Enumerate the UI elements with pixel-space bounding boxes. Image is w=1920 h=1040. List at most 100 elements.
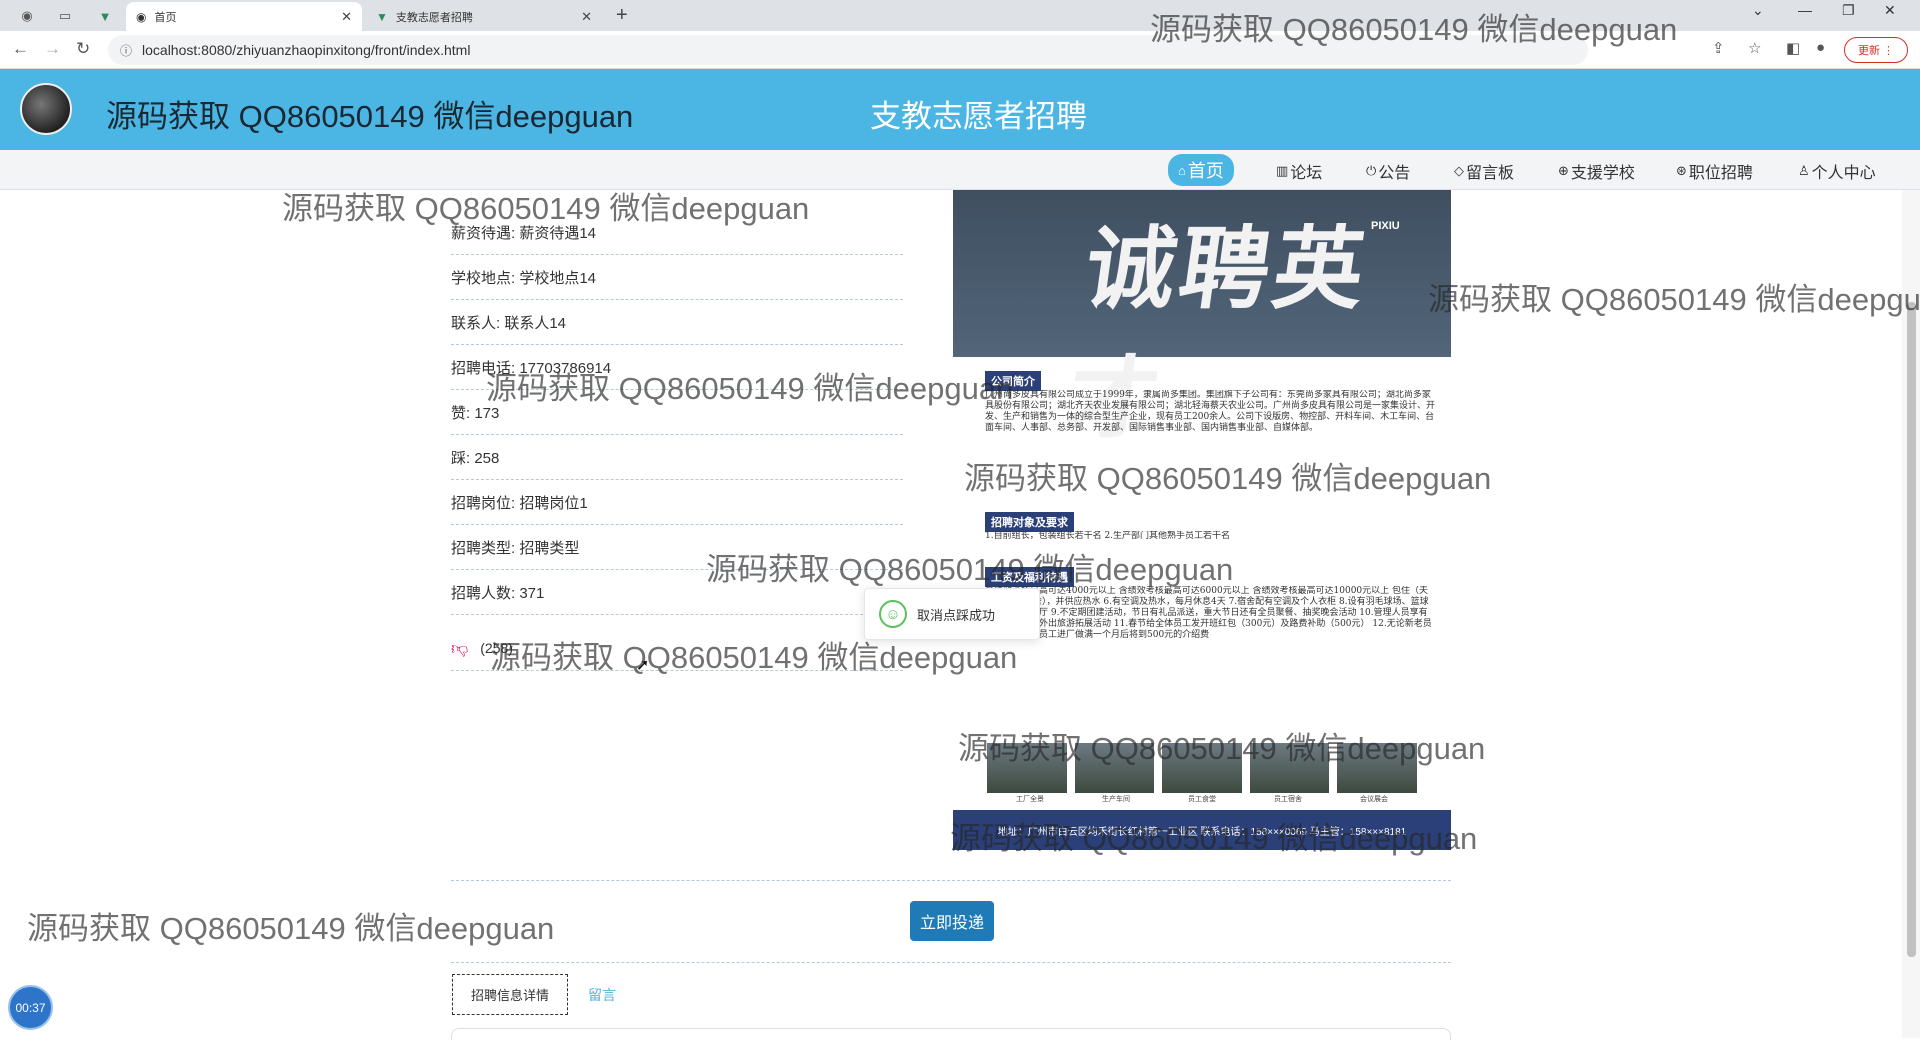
close-icon[interactable]: ✕ [581, 9, 592, 25]
star-icon[interactable]: ☆ [1748, 39, 1761, 57]
site-subtitle: 源码获取 QQ86050149 微信deepguan [106, 99, 634, 134]
field-position: 招聘岗位: 招聘岗位1 [451, 480, 903, 525]
notice-icon: ⏻ [1366, 163, 1377, 178]
nav-home[interactable]: ⌂ 首页 [1168, 154, 1234, 186]
mouse-cursor-icon: ➚ [636, 657, 650, 674]
scrollbar-thumb[interactable] [1907, 302, 1916, 957]
field-count: 招聘人数: 371 [451, 570, 903, 615]
minimize-icon[interactable]: — [1798, 2, 1812, 18]
poster-brand: PIXIU [1371, 220, 1400, 232]
new-tab-button[interactable]: + [616, 4, 628, 27]
update-label: 更新 [1857, 45, 1880, 57]
divider [451, 962, 1451, 963]
url-text: localhost:8080/zhiyuanzhaopinxitong/fron… [142, 42, 471, 58]
update-button[interactable]: 更新 ⋮ [1844, 37, 1908, 63]
poster-section-text: 1.自前组长，包装组长若干名 2.生产部门其他熟手员工若干名 [985, 531, 1231, 541]
tab-message[interactable]: 留言 [588, 974, 616, 1015]
pinned-tab[interactable]: ◉ [14, 4, 40, 28]
user-icon: ♙ [1798, 163, 1810, 178]
browser-tab-home[interactable]: ◉ 首页 ✕ [126, 2, 362, 31]
tab-recruit-detail[interactable]: 招聘信息详情 [452, 974, 568, 1015]
photo-label: 员工食堂 [1188, 796, 1216, 803]
poster-section-text: 广州尚多皮具有限公司成立于1999年，隶属尚多集团。集团旗下子公司有：东莞尚多家… [985, 390, 1435, 433]
nav-label: 个人中心 [1811, 165, 1876, 182]
pinned-tab[interactable]: ▼ [92, 4, 118, 28]
nav-label: 职位招聘 [1688, 165, 1753, 182]
nav-forum[interactable]: ▥ 论坛 [1268, 158, 1330, 184]
nav-jobs[interactable]: ⊛ 职位招聘 [1668, 158, 1761, 184]
tag-icon: ◇ [1454, 163, 1464, 178]
job-icon: ⊛ [1676, 163, 1687, 178]
poster-section-title: 工资及福利待遇 [985, 567, 1074, 587]
dislike-count: (258) [480, 640, 513, 656]
nav-notice[interactable]: ⏻ 公告 [1358, 158, 1418, 184]
thumbs-down-icon[interactable]: 👎︎ [451, 638, 468, 659]
pinned-tab[interactable]: ▭ [52, 4, 78, 28]
site-header: 源码获取 QQ86050149 微信deepguan 支教志愿者招聘 [0, 69, 1920, 150]
divider [451, 880, 1451, 881]
field-dislikes: 踩: 258 [451, 435, 903, 480]
poster-photo [987, 743, 1067, 793]
globe-icon: ◉ [21, 8, 33, 23]
success-toast: ☺ 取消点踩成功 [864, 588, 1040, 640]
globe-icon: ◉ [136, 9, 147, 24]
url-field[interactable]: ⓘ localhost:8080/zhiyuanzhaopinxitong/fr… [108, 35, 1588, 65]
share-icon[interactable]: ⇪ [1712, 39, 1725, 57]
nav-label: 公告 [1378, 165, 1411, 182]
forum-icon: ▥ [1276, 163, 1289, 178]
poster-photo [1337, 743, 1417, 793]
poster-photo [1074, 743, 1155, 793]
back-icon[interactable]: ← [12, 39, 29, 59]
watermark: 源码获取 QQ86050149 微信deepguan [1428, 282, 1920, 317]
field-salary: 薪资待遇: 薪资待遇14 [451, 210, 903, 255]
reload-icon[interactable]: ↻ [76, 39, 90, 59]
profile-icon[interactable]: ● [1816, 39, 1825, 56]
site-logo[interactable] [20, 83, 72, 135]
browser-tab-recruit[interactable]: ▼ 支教志愿者招聘 ✕ [366, 2, 602, 31]
nav-label: 留言板 [1466, 165, 1515, 182]
info-icon[interactable]: ⓘ [120, 42, 132, 59]
nav-user-center[interactable]: ♙ 个人中心 [1790, 158, 1884, 184]
nav-schools[interactable]: ⊕ 支援学校 [1550, 158, 1643, 184]
timer-badge: 00:37 [8, 985, 53, 1030]
field-likes: 赞: 173 [451, 390, 903, 435]
photo-label: 员工宿舍 [1274, 796, 1302, 803]
detail-panel-edge [451, 1028, 1451, 1040]
poster-banner: 诚聘英才 PIXIU [953, 190, 1451, 452]
site-title: 支教志愿者招聘 [870, 99, 1087, 134]
address-bar: ← → ↻ ⓘ localhost:8080/zhiyuanzhaopinxit… [0, 31, 1920, 69]
main-nav: ⌂ 首页 ▥ 论坛 ⏻ 公告 ◇ 留言板 ⊕ 支援学校 ⊛ 职位招聘 ♙ 个人中心 [0, 150, 1920, 190]
home-icon: ⌂ [1178, 162, 1186, 178]
smile-icon: ☺ [879, 600, 907, 628]
close-window-icon[interactable]: ✕ [1884, 2, 1896, 19]
forward-icon[interactable]: → [44, 39, 61, 59]
restore-icon[interactable]: ❐ [1842, 2, 1855, 19]
browser-tab-strip: ◉ ▭ ▼ ◉ 首页 ✕ ▼ 支教志愿者招聘 ✕ + ⌄ — ❐ ✕ [0, 0, 1920, 31]
globe-icon: ⊕ [1558, 163, 1569, 178]
sidebar-icon[interactable]: ◧ [1786, 39, 1800, 57]
nav-label: 首页 [1187, 161, 1224, 181]
poster-section-title: 招聘对象及要求 [985, 512, 1074, 532]
photo-label: 会议展会 [1360, 796, 1388, 803]
field-type: 招聘类型: 招聘类型 [451, 525, 903, 570]
dislike-row: 👎︎ (258) [451, 626, 903, 671]
poster-photos [987, 743, 1417, 793]
vue-icon: ▼ [98, 8, 112, 24]
vue-icon: ▼ [376, 9, 388, 24]
tab-search-icon[interactable]: ⌄ [1752, 2, 1764, 19]
nav-label: 论坛 [1290, 165, 1323, 182]
poster-footer: 地址：广州市白云区均禾街长红村第一工业区 联系电话：158×××0069 马主管… [953, 810, 1451, 850]
tab-title: 支教志愿者招聘 [395, 11, 473, 24]
poster-photo-labels: 工厂全景 生产车间 员工食堂 员工宿舍 会议展会 [987, 794, 1417, 804]
nav-message-board[interactable]: ◇ 留言板 [1446, 158, 1522, 184]
page-scrollbar[interactable] [1902, 190, 1920, 1038]
apply-button[interactable]: 立即投递 [910, 901, 994, 941]
toast-text: 取消点踩成功 [917, 607, 996, 623]
close-icon[interactable]: ✕ [341, 9, 352, 25]
poster-photo [1162, 743, 1242, 793]
field-location: 学校地点: 学校地点14 [451, 255, 903, 300]
nav-label: 支援学校 [1570, 165, 1635, 182]
recruitment-poster: 诚聘英才 PIXIU 公司简介 广州尚多皮具有限公司成立于1999年，隶属尚多集… [953, 190, 1451, 850]
poster-section-text: 含绩效考核最高可达4000元以上 含绩效考核最高可达6000元以上 含绩效考核最… [985, 586, 1432, 640]
photo-label: 工厂全景 [1016, 796, 1044, 803]
